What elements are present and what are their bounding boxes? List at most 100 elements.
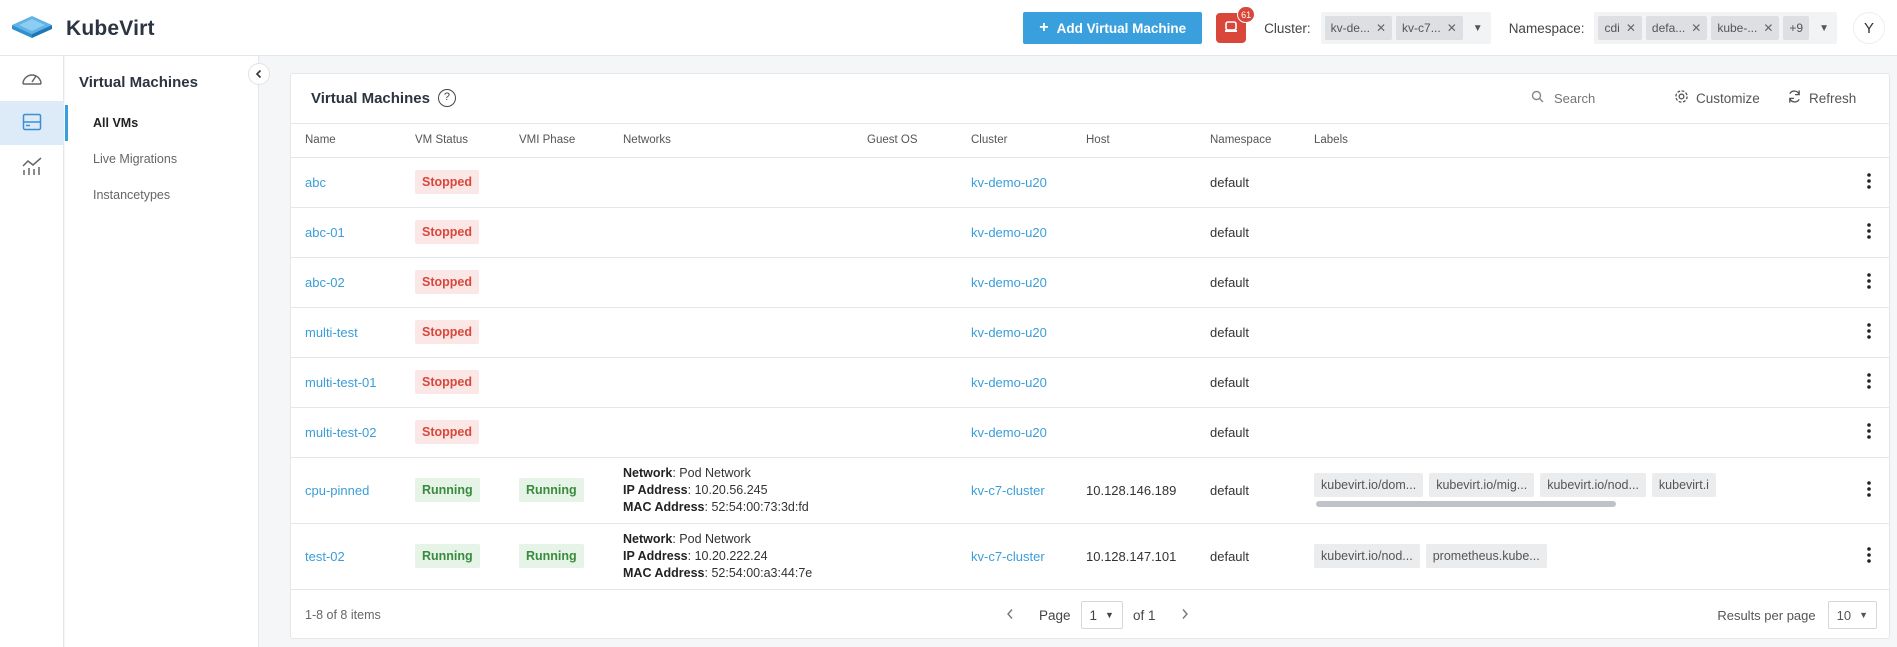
vm-name-link[interactable]: multi-test-01 [305,375,377,390]
row-actions-kebab[interactable] [1849,357,1889,408]
labels-scroll-area[interactable]: kubevirt.io/dom... kubevirt.io/mig... kube… [1314,473,1754,497]
cluster-link[interactable]: kv-demo-u20 [971,275,1047,290]
dashboard-nav-item[interactable] [0,57,64,101]
vm-name-link[interactable]: cpu-pinned [305,483,369,498]
collapse-sidebar-button[interactable] [248,63,270,85]
chevron-right-icon[interactable] [1180,608,1190,623]
subnav-item-all-vms[interactable]: All VMs [65,105,259,141]
column-header-name[interactable]: Name [291,124,401,158]
results-per-page-value: 10 [1836,607,1852,623]
chevron-left-icon[interactable] [1005,608,1015,623]
namespace-chip[interactable]: kube-... ✕ [1711,16,1780,40]
close-icon[interactable]: ✕ [1376,21,1386,35]
chevron-down-icon[interactable]: ▼ [1813,23,1833,34]
column-header-networks[interactable]: Networks [609,124,853,158]
row-actions-kebab[interactable] [1849,207,1889,258]
customize-button[interactable]: Customize [1674,89,1760,107]
column-header-vm-status[interactable]: VM Status [401,124,505,158]
row-actions-kebab[interactable] [1849,257,1889,308]
help-icon[interactable]: ? [437,89,456,107]
status-badge: Stopped [415,420,479,444]
label-chip[interactable]: kubevirt.i [1651,473,1716,497]
vm-name-link[interactable]: test-02 [305,549,345,564]
virtual-machines-nav-item[interactable] [0,101,64,145]
column-header-guest-os[interactable]: Guest OS [853,124,957,158]
labels-cell [1300,307,1849,358]
table-row[interactable]: multi-test-01 Stopped kv-demo-u20 defaul… [291,357,1889,408]
namespace-chip[interactable]: cdi ✕ [1598,16,1642,40]
column-header-cluster[interactable]: Cluster [957,124,1072,158]
cluster-link[interactable]: kv-demo-u20 [971,175,1047,190]
results-per-page-select[interactable]: 10 ▼ [1827,601,1877,629]
cluster-link[interactable]: kv-c7-cluster [971,483,1045,498]
table-row[interactable]: multi-test Stopped kv-demo-u20 default [291,307,1889,358]
subnav-item-instancetypes[interactable]: Instancetypes [65,177,259,213]
close-icon[interactable]: ✕ [1447,21,1457,35]
labels-scroll-area[interactable]: kubevirt.io/nod... prometheus.kube... [1314,544,1754,568]
cluster-chip[interactable]: kv-de... ✕ [1324,16,1393,40]
row-actions-kebab[interactable] [1849,157,1889,208]
column-header-namespace[interactable]: Namespace [1196,124,1300,158]
labels-cell [1300,257,1849,308]
label-chip[interactable]: kubevirt.io/nod... [1314,544,1420,568]
row-actions-kebab[interactable] [1849,523,1889,590]
table-row[interactable]: abc Stopped kv-demo-u20 default [291,157,1889,208]
kebab-icon [1867,172,1871,192]
label-chip[interactable]: kubevirt.io/nod... [1540,473,1646,497]
mac-key: MAC Address [623,499,705,514]
table-row[interactable]: test-02 Running Running Network: Pod Net… [291,523,1889,590]
table-row[interactable]: cpu-pinned Running Running Network: Pod … [291,457,1889,524]
topbar-actions: + Add Virtual Machine 61 Cluster: kv-de.… [1023,6,1885,44]
label-chip[interactable]: kubevirt.io/mig... [1429,473,1535,497]
table-row[interactable]: multi-test-02 Stopped kv-demo-u20 defaul… [291,407,1889,458]
row-actions-kebab[interactable] [1849,307,1889,358]
horizontal-scrollbar[interactable] [1316,500,1616,507]
column-header-host[interactable]: Host [1072,124,1196,158]
close-icon[interactable]: ✕ [1626,21,1636,35]
vm-name-link[interactable]: abc-02 [305,275,345,290]
monitoring-nav-item[interactable] [0,145,64,189]
search-input[interactable] [1554,90,1654,106]
host-cell: 10.128.147.101 [1072,523,1196,590]
search-box[interactable] [1531,90,1654,106]
cluster-chip-label: kv-de... [1330,21,1370,35]
ip-value: : 10.20.222.24 [687,548,768,563]
namespace-select[interactable]: cdi ✕ defa... ✕ kube-... ✕ +9 ▼ [1594,12,1837,44]
label-chip[interactable]: prometheus.kube... [1425,544,1547,568]
label-chip[interactable]: kubevirt.io/dom... [1314,473,1424,497]
vm-name-link[interactable]: abc [305,175,326,190]
subnav-item-live-migrations[interactable]: Live Migrations [65,141,259,177]
namespace-cell: default [1196,257,1300,308]
network-value: : Pod Network [672,531,751,546]
cluster-link[interactable]: kv-demo-u20 [971,375,1047,390]
row-actions-kebab[interactable] [1849,407,1889,458]
vm-name-link[interactable]: abc-01 [305,225,345,240]
cluster-link[interactable]: kv-demo-u20 [971,325,1047,340]
column-header-vmi-phase[interactable]: VMI Phase [505,124,609,158]
alerts-button[interactable]: 61 [1216,6,1256,43]
vm-name-link[interactable]: multi-test [305,325,358,340]
cluster-link[interactable]: kv-demo-u20 [971,225,1047,240]
avatar[interactable]: Y [1853,12,1885,44]
cluster-chip[interactable]: kv-c7... ✕ [1396,16,1463,40]
vm-name-link[interactable]: multi-test-02 [305,425,377,440]
column-header-labels[interactable]: Labels [1300,124,1849,158]
add-virtual-machine-button[interactable]: + Add Virtual Machine [1023,12,1203,44]
refresh-button[interactable]: Refresh [1787,89,1856,107]
chevron-down-icon[interactable]: ▼ [1467,23,1487,34]
table-row[interactable]: abc-02 Stopped kv-demo-u20 default [291,257,1889,308]
column-header-actions [1849,124,1889,158]
row-actions-kebab[interactable] [1849,457,1889,524]
namespace-more-chip[interactable]: +9 [1783,16,1810,40]
cluster-link[interactable]: kv-demo-u20 [971,425,1047,440]
brand[interactable]: KubeVirt [10,14,155,43]
close-icon[interactable]: ✕ [1691,21,1701,35]
vmi-phase-badge: Running [519,544,584,568]
close-icon[interactable]: ✕ [1763,21,1773,35]
table-row[interactable]: abc-01 Stopped kv-demo-u20 default [291,207,1889,258]
namespace-cell: default [1196,307,1300,358]
namespace-chip[interactable]: defa... ✕ [1645,16,1708,40]
page-select[interactable]: 1 ▼ [1080,601,1123,629]
cluster-select[interactable]: kv-de... ✕ kv-c7... ✕ ▼ [1320,12,1491,44]
cluster-link[interactable]: kv-c7-cluster [971,549,1045,564]
